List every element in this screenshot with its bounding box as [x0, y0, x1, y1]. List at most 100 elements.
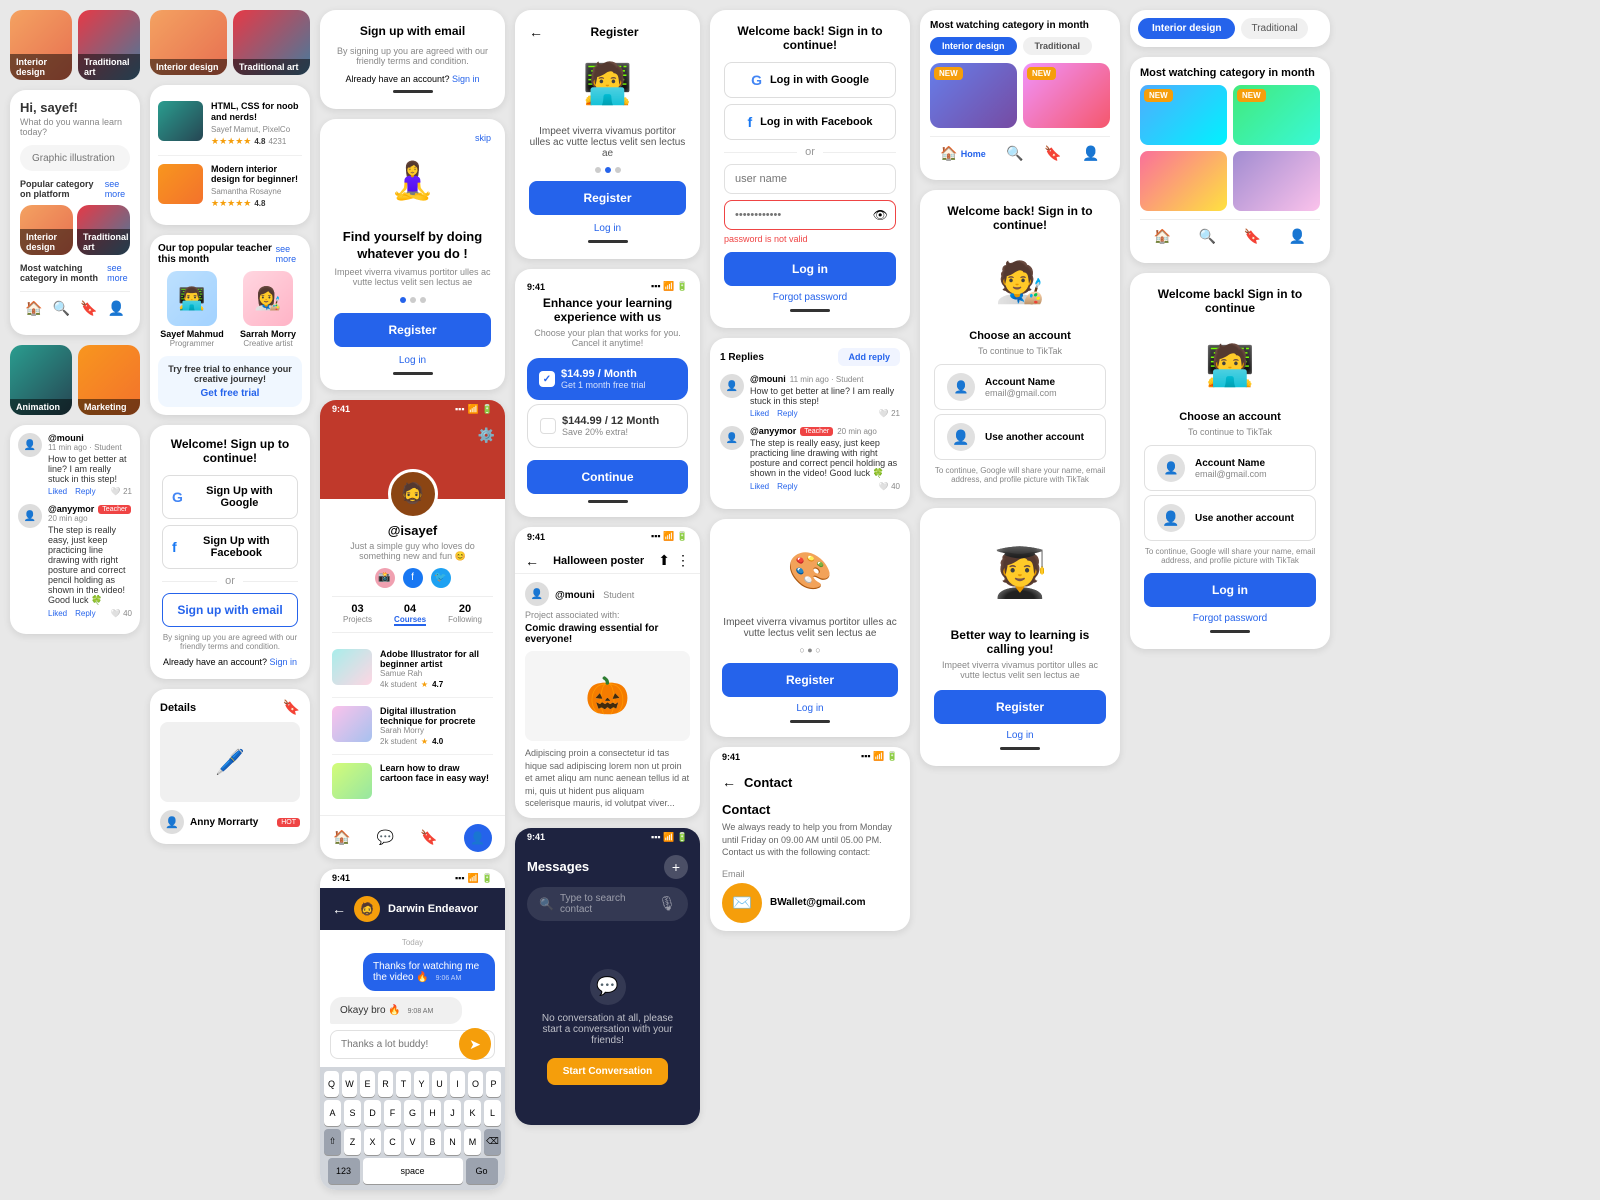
get-free-trial-btn[interactable]: Get free trial	[166, 388, 294, 399]
nav-chat-profile[interactable]: 💬	[377, 829, 394, 846]
facebook-icon-profile[interactable]: f	[403, 568, 423, 588]
key-e[interactable]: E	[360, 1071, 375, 1097]
cat-tab-interior[interactable]: Interior design	[930, 37, 1017, 55]
col7-nav-search[interactable]: 🔍	[1199, 228, 1216, 245]
key-space[interactable]: space	[363, 1158, 463, 1184]
send-button[interactable]: ➤	[459, 1028, 491, 1060]
key-x[interactable]: X	[364, 1129, 381, 1155]
watch-thumb-2[interactable]: NEW	[1023, 63, 1110, 128]
reply-btn-1[interactable]: Reply	[75, 487, 95, 496]
reply-btn-2[interactable]: Reply	[75, 609, 95, 618]
nav-bookmark-profile[interactable]: 🔖	[420, 829, 437, 846]
add-reply-btn[interactable]: Add reply	[838, 348, 900, 366]
hero-login-link[interactable]: Log in	[334, 355, 491, 366]
key-g[interactable]: G	[404, 1100, 421, 1126]
liked-btn-1[interactable]: Liked	[48, 487, 67, 496]
login-facebook-btn[interactable]: f Log in with Facebook	[724, 104, 896, 140]
key-p[interactable]: P	[486, 1071, 501, 1097]
add-contact-btn[interactable]: +	[664, 855, 688, 879]
continue-btn[interactable]: Continue	[527, 460, 688, 494]
eye-icon[interactable]: 👁	[873, 208, 888, 222]
cat-marketing[interactable]: Marketing	[78, 345, 140, 415]
col7-nav-home[interactable]: 🏠	[1154, 228, 1171, 245]
nav-profile-active[interactable]: 👤	[464, 824, 492, 852]
sign-facebook-btn[interactable]: f Sign Up with Facebook	[162, 525, 298, 569]
col2-cat-interior[interactable]: Interior design	[150, 10, 227, 75]
back-icon-register[interactable]: ←	[529, 24, 543, 40]
cat-card-interior[interactable]: Interior design	[20, 205, 73, 255]
bookmark-icon[interactable]: 🔖	[283, 699, 300, 716]
profile-course-2[interactable]: Digital illustration technique for procr…	[332, 698, 493, 755]
back-icon-contact[interactable]: ←	[722, 774, 736, 790]
search-bar[interactable]: 🔍	[20, 145, 130, 171]
key-z[interactable]: Z	[344, 1129, 361, 1155]
plan-monthly[interactable]: ✓ $14.99 / Month Get 1 month free trial	[527, 358, 688, 400]
back-icon-chat[interactable]: ←	[332, 901, 346, 917]
password-field[interactable]	[724, 200, 896, 230]
key-d[interactable]: D	[364, 1100, 381, 1126]
cat-card-traditional[interactable]: Traditional art	[77, 205, 130, 255]
signin-link-email[interactable]: Sign in	[452, 74, 480, 84]
key-k[interactable]: K	[464, 1100, 481, 1126]
key-l[interactable]: L	[484, 1100, 501, 1126]
reply-2-btn[interactable]: Reply	[777, 482, 797, 491]
key-shift[interactable]: ⇧	[324, 1129, 341, 1155]
key-s[interactable]: S	[344, 1100, 361, 1126]
settings-icon[interactable]: ⚙️	[478, 427, 495, 444]
key-h[interactable]: H	[424, 1100, 441, 1126]
nav-bookmark-watching[interactable]: 🔖	[1044, 145, 1061, 162]
login-btn-signin[interactable]: Log in	[724, 252, 896, 286]
see-more-link[interactable]: see more	[105, 179, 130, 199]
nav-profile[interactable]: 👤	[108, 300, 125, 317]
col7-thumb-2[interactable]: NEW	[1233, 85, 1320, 145]
sign-email-btn[interactable]: Sign up with email	[162, 593, 298, 627]
key-j[interactable]: J	[444, 1100, 461, 1126]
skip-btn[interactable]: skip	[475, 133, 491, 143]
key-123[interactable]: 123	[328, 1158, 360, 1184]
key-r[interactable]: R	[378, 1071, 393, 1097]
liked-1[interactable]: Liked	[750, 409, 769, 418]
nav-home-watching[interactable]: 🏠 Home	[940, 145, 985, 162]
nav-home[interactable]: 🏠	[25, 300, 42, 317]
cat-animation[interactable]: Animation	[10, 345, 72, 415]
signin-right-login-btn[interactable]: Log in	[1144, 573, 1316, 607]
liked-2[interactable]: Liked	[750, 482, 769, 491]
register-cta-login[interactable]: Log in	[722, 703, 898, 714]
key-i[interactable]: I	[450, 1071, 465, 1097]
profile-course-1[interactable]: Adobe Illustrator for all beginner artis…	[332, 641, 493, 698]
profile-course-3[interactable]: Learn how to draw cartoon face in easy w…	[332, 755, 493, 807]
register-login-link[interactable]: Log in	[529, 223, 686, 234]
key-f[interactable]: F	[384, 1100, 401, 1126]
course-item-2[interactable]: Modern interior design for beginner! Sam…	[158, 156, 302, 218]
col7-thumb-1[interactable]: NEW	[1140, 85, 1227, 145]
search-input[interactable]	[32, 153, 140, 164]
col7-thumb-3[interactable]	[1140, 151, 1227, 211]
col7-nav-profile[interactable]: 👤	[1289, 228, 1306, 245]
hero-register-btn[interactable]: Register	[334, 313, 491, 347]
back-icon-halloween[interactable]: ←	[525, 553, 539, 569]
course-item-1[interactable]: HTML, CSS for noob and nerds! Sayef Mamu…	[158, 93, 302, 156]
key-b[interactable]: B	[424, 1129, 441, 1155]
cat-tab-traditional[interactable]: Traditional	[1023, 37, 1093, 55]
start-conv-btn[interactable]: Start Conversation	[547, 1058, 668, 1085]
sign-google-btn[interactable]: G Sign Up with Google	[162, 475, 298, 519]
key-u[interactable]: U	[432, 1071, 447, 1097]
liked-btn-2[interactable]: Liked	[48, 609, 67, 618]
nav-home-profile[interactable]: 🏠	[333, 829, 350, 846]
instagram-icon[interactable]: 📸	[375, 568, 395, 588]
better-login-link[interactable]: Log in	[934, 730, 1106, 741]
tab-traditional[interactable]: Traditional	[1241, 18, 1307, 39]
key-w[interactable]: W	[342, 1071, 357, 1097]
key-v[interactable]: V	[404, 1129, 421, 1155]
nav-profile-watching[interactable]: 👤	[1082, 145, 1099, 162]
username-field[interactable]	[724, 164, 896, 194]
cat-interior[interactable]: Interior design	[10, 10, 72, 80]
key-q[interactable]: Q	[324, 1071, 339, 1097]
msg-search-bar[interactable]: 🔍 Type to search contact 🎙	[527, 887, 688, 921]
forgot-pw-link[interactable]: Forgot password	[724, 292, 896, 303]
key-n[interactable]: N	[444, 1129, 461, 1155]
nav-search-watching[interactable]: 🔍	[1006, 145, 1023, 162]
key-m[interactable]: M	[464, 1129, 481, 1155]
register-cta-btn[interactable]: Register	[722, 663, 898, 697]
register-btn-main[interactable]: Register	[529, 181, 686, 215]
